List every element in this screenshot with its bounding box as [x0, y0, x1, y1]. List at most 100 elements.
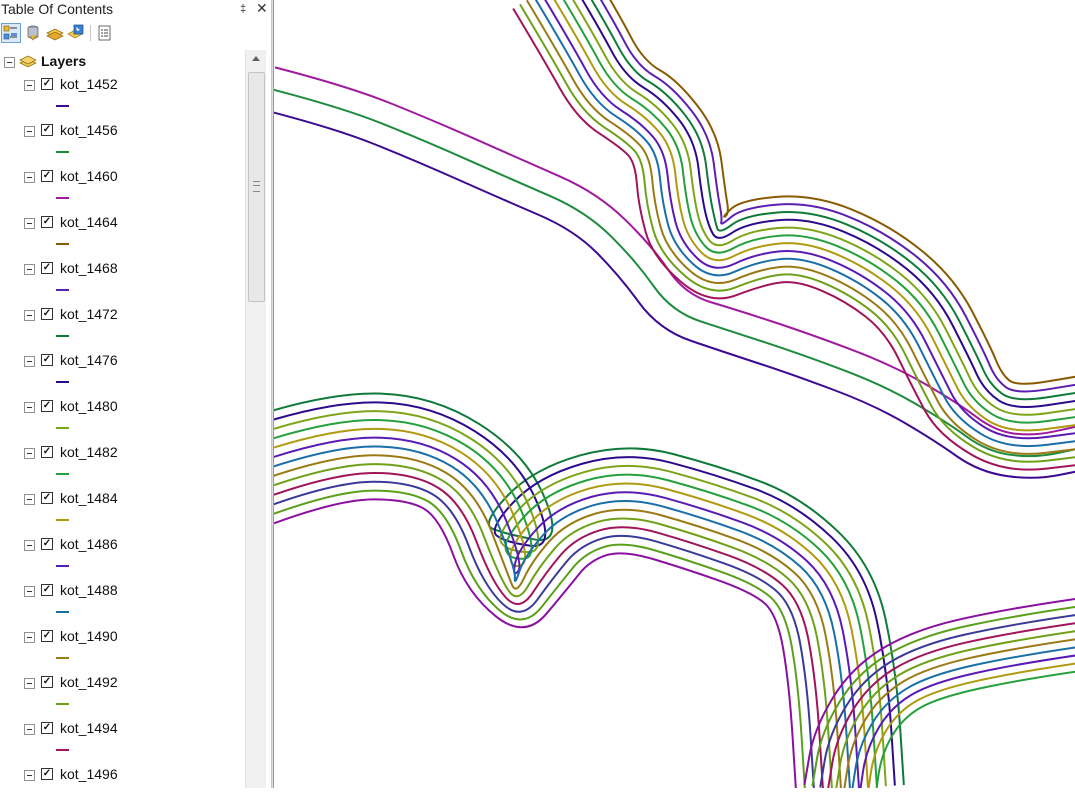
collapse-toggle[interactable] — [24, 218, 35, 229]
layer-tree: Layers ✓ kot_1452 ✓ kot_1456 ✓ kot_1460 ✓ kot_1… — [0, 50, 245, 788]
layer-name[interactable]: kot_1468 — [60, 260, 118, 276]
layer-row[interactable]: ✓ kot_1486 — [0, 535, 245, 553]
collapse-toggle[interactable] — [24, 310, 35, 321]
collapse-toggle[interactable] — [24, 632, 35, 643]
layer-row[interactable]: ✓ kot_1490 — [0, 627, 245, 645]
layer-row[interactable]: ✓ kot_1464 — [0, 213, 245, 231]
layer-row[interactable]: ✓ kot_1488 — [0, 581, 245, 599]
layer-name[interactable]: kot_1488 — [60, 582, 118, 598]
layer-row[interactable]: ✓ kot_1482 — [0, 443, 245, 461]
layer-name[interactable]: kot_1464 — [60, 214, 118, 230]
layer-visibility-checkbox[interactable]: ✓ — [41, 262, 53, 274]
layer-row[interactable]: ✓ kot_1476 — [0, 351, 245, 369]
collapse-toggle[interactable] — [24, 724, 35, 735]
layer-row[interactable]: ✓ kot_1472 — [0, 305, 245, 323]
layer-row[interactable]: ✓ kot_1468 — [0, 259, 245, 277]
layers-icon — [19, 55, 37, 68]
legend-line-symbol — [56, 519, 69, 521]
map-view[interactable] — [237, 0, 1075, 793]
layer-name[interactable]: kot_1484 — [60, 490, 118, 506]
layer-row[interactable]: ✓ kot_1480 — [0, 397, 245, 415]
legend-line-symbol — [56, 197, 69, 199]
layer-visibility-checkbox[interactable]: ✓ — [41, 676, 53, 688]
collapse-toggle[interactable] — [24, 448, 35, 459]
legend-line-symbol — [56, 335, 69, 337]
layer-name[interactable]: kot_1492 — [60, 674, 118, 690]
layer-row[interactable]: ✓ kot_1452 — [0, 75, 245, 93]
table-of-contents-panel: Table Of Contents ‡ ✕ Layers ✓ kot_1452 … — [0, 0, 271, 788]
contour-line — [264, 471, 825, 791]
collapse-toggle[interactable] — [24, 356, 35, 367]
collapse-toggle[interactable] — [24, 80, 35, 91]
layer-visibility-checkbox[interactable]: ✓ — [41, 538, 53, 550]
layer-visibility-checkbox[interactable]: ✓ — [41, 722, 53, 734]
scrollbar-thumb[interactable] — [248, 72, 265, 302]
contour-line — [255, 445, 851, 789]
layer-visibility-checkbox[interactable]: ✓ — [41, 124, 53, 136]
collapse-toggle[interactable] — [24, 402, 35, 413]
list-by-source-icon — [27, 25, 39, 41]
layer-name[interactable]: kot_1490 — [60, 628, 118, 644]
list-by-source-button[interactable] — [24, 24, 42, 42]
collapse-toggle[interactable] — [24, 494, 35, 505]
contour-line — [512, 8, 1075, 471]
layer-visibility-checkbox[interactable]: ✓ — [41, 768, 53, 780]
collapse-toggle[interactable] — [24, 264, 35, 275]
list-by-drawing-order-icon — [3, 25, 17, 40]
collapse-toggle[interactable] — [24, 586, 35, 597]
layer-visibility-checkbox[interactable]: ✓ — [41, 446, 53, 458]
layer-visibility-checkbox[interactable]: ✓ — [41, 630, 53, 642]
toc-title: Table Of Contents — [1, 1, 114, 17]
layer-name[interactable]: kot_1460 — [60, 168, 118, 184]
collapse-toggle[interactable] — [24, 678, 35, 689]
layer-visibility-checkbox[interactable]: ✓ — [41, 400, 53, 412]
layer-name[interactable]: kot_1482 — [60, 444, 118, 460]
contour-line — [874, 670, 1075, 793]
layer-visibility-checkbox[interactable]: ✓ — [41, 170, 53, 182]
layer-row[interactable]: ✓ kot_1456 — [0, 121, 245, 139]
contour-line — [599, 0, 1075, 393]
list-by-selection-button[interactable] — [67, 24, 85, 42]
layer-row[interactable]: ✓ kot_1496 — [0, 765, 245, 783]
scroll-up-arrow-icon[interactable] — [252, 56, 260, 61]
legend-line-symbol — [56, 151, 69, 153]
options-icon — [98, 25, 111, 41]
layer-name[interactable]: kot_1480 — [60, 398, 118, 414]
layer-visibility-checkbox[interactable]: ✓ — [41, 354, 53, 366]
layer-row[interactable]: ✓ kot_1460 — [0, 167, 245, 185]
layer-visibility-checkbox[interactable]: ✓ — [41, 584, 53, 596]
collapse-toggle[interactable] — [24, 126, 35, 137]
layer-name[interactable]: kot_1496 — [60, 766, 118, 782]
options-button[interactable] — [96, 24, 114, 42]
layer-name[interactable]: kot_1486 — [60, 536, 118, 552]
list-by-selection-icon — [67, 24, 84, 39]
layer-visibility-checkbox[interactable]: ✓ — [41, 78, 53, 90]
layers-root-row[interactable]: Layers — [0, 52, 245, 70]
layer-name[interactable]: kot_1456 — [60, 122, 118, 138]
contour-line — [519, 3, 1075, 463]
list-by-visibility-button[interactable] — [46, 24, 64, 42]
layer-name[interactable]: kot_1494 — [60, 720, 118, 736]
legend-line-symbol — [56, 611, 69, 613]
toc-vertical-scrollbar[interactable] — [245, 50, 266, 788]
list-by-drawing-order-button[interactable] — [1, 23, 21, 43]
layer-name[interactable]: kot_1476 — [60, 352, 118, 368]
layer-name[interactable]: kot_1472 — [60, 306, 118, 322]
contour-line — [258, 454, 842, 790]
legend-line-symbol — [56, 105, 69, 107]
contour-line — [261, 463, 833, 790]
collapse-toggle[interactable] — [24, 540, 35, 551]
layer-row[interactable]: ✓ kot_1484 — [0, 489, 245, 507]
legend-line-symbol — [56, 427, 69, 429]
layer-row[interactable]: ✓ kot_1492 — [0, 673, 245, 691]
layer-visibility-checkbox[interactable]: ✓ — [41, 492, 53, 504]
layer-row[interactable]: ✓ kot_1494 — [0, 719, 245, 737]
layer-visibility-checkbox[interactable]: ✓ — [41, 308, 53, 320]
collapse-toggle[interactable] — [24, 770, 35, 781]
auto-hide-pin-icon[interactable]: ‡ — [240, 0, 246, 19]
layer-name[interactable]: kot_1452 — [60, 76, 118, 92]
close-icon[interactable]: ✕ — [256, 0, 268, 18]
collapse-toggle[interactable] — [4, 57, 15, 68]
layer-visibility-checkbox[interactable]: ✓ — [41, 216, 53, 228]
collapse-toggle[interactable] — [24, 172, 35, 183]
